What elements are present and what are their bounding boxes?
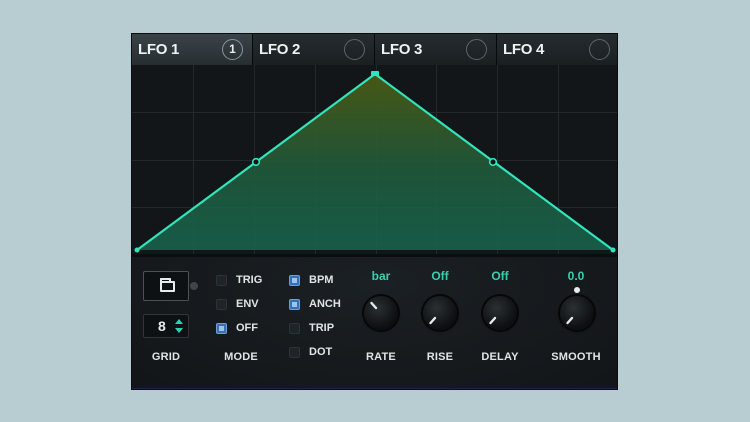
rate-knob-indicator [370, 301, 378, 310]
timing-anch-checkbox[interactable] [289, 299, 300, 310]
tab-lfo-1-badge: 1 [222, 39, 243, 60]
grid-value: 8 [158, 318, 166, 334]
timing-bpm-label: BPM [309, 274, 334, 286]
mode-trig-checkbox[interactable] [216, 275, 227, 286]
tab-lfo-1[interactable]: LFO 1 1 [132, 34, 253, 65]
tab-lfo-4-badge [589, 39, 610, 60]
mode-env-checkbox[interactable] [216, 299, 227, 310]
preset-browser-button[interactable] [143, 271, 189, 301]
waveform-fill [137, 74, 613, 250]
timing-trip-checkbox[interactable] [289, 323, 300, 334]
tab-lfo-2-badge [344, 39, 365, 60]
smooth-label: SMOOTH [551, 351, 601, 363]
folder-icon [160, 278, 175, 292]
smooth-value: 0.0 [567, 269, 585, 283]
waveform-end-point[interactable] [610, 247, 616, 253]
mode-env-label: ENV [236, 298, 259, 310]
tab-lfo-2-label: LFO 2 [259, 41, 301, 58]
timing-bpm-checkbox[interactable] [289, 275, 300, 286]
rise-value: Off [431, 269, 449, 283]
preset-indicator-dot [190, 282, 198, 290]
waveform-curve-handle-right[interactable] [488, 157, 498, 167]
mode-trig-label: TRIG [236, 274, 263, 286]
rise-knob[interactable] [423, 296, 457, 330]
lfo-panel: LFO 1 1 LFO 2 LFO 3 LFO 4 8 GRID TRIG EN… [131, 33, 618, 390]
lfo-tab-bar: LFO 1 1 LFO 2 LFO 3 LFO 4 [132, 34, 617, 65]
lfo-waveform-editor[interactable] [132, 65, 618, 254]
delay-value: Off [491, 269, 509, 283]
timing-anch-label: ANCH [309, 298, 341, 310]
tab-lfo-2[interactable]: LFO 2 [253, 34, 375, 65]
timing-dot-label: DOT [309, 346, 333, 358]
smooth-knob-indicator [566, 316, 574, 325]
tab-lfo-4-label: LFO 4 [503, 41, 545, 58]
delay-label: DELAY [481, 351, 519, 363]
mode-off-checkbox[interactable] [216, 323, 227, 334]
delay-knob-indicator [489, 316, 497, 325]
panel-bottom-edge [132, 388, 617, 389]
grid-label: GRID [151, 351, 181, 363]
lfo-controls: 8 GRID TRIG ENV OFF MODE BPM ANCH TRIP D… [132, 257, 617, 389]
smooth-indicator-dot [574, 287, 580, 293]
rise-label: RISE [426, 351, 454, 363]
timing-trip-label: TRIP [309, 322, 335, 334]
rate-value: bar [371, 269, 391, 283]
tab-lfo-4[interactable]: LFO 4 [497, 34, 617, 65]
arrow-up-icon[interactable] [175, 319, 183, 324]
grid-stepper[interactable]: 8 [143, 314, 189, 338]
waveform-start-point[interactable] [134, 247, 140, 253]
tab-lfo-3[interactable]: LFO 3 [375, 34, 497, 65]
rate-label: RATE [366, 351, 396, 363]
delay-knob[interactable] [483, 296, 517, 330]
tab-lfo-3-badge [466, 39, 487, 60]
rate-knob[interactable] [364, 296, 398, 330]
waveform-peak-point[interactable] [371, 71, 379, 76]
tab-lfo-1-label: LFO 1 [138, 41, 180, 58]
waveform-svg[interactable] [132, 65, 618, 254]
mode-off-label: OFF [236, 322, 258, 334]
waveform-curve-handle-left[interactable] [251, 157, 261, 167]
timing-dot-checkbox[interactable] [289, 347, 300, 358]
rise-knob-indicator [429, 316, 437, 325]
arrow-down-icon[interactable] [175, 328, 183, 333]
mode-label: MODE [224, 351, 258, 363]
smooth-knob[interactable] [560, 296, 594, 330]
tab-lfo-3-label: LFO 3 [381, 41, 423, 58]
